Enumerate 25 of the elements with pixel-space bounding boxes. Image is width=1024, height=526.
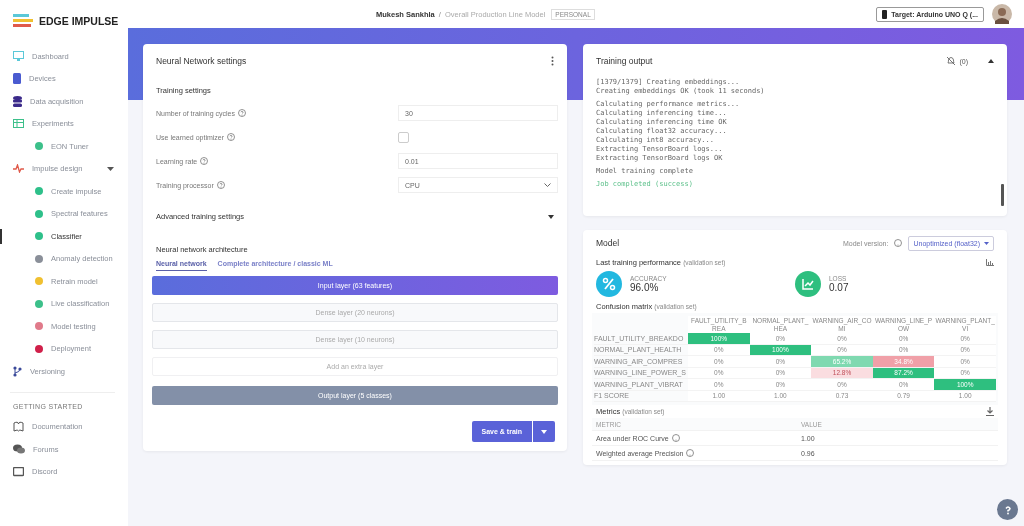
percent-icon <box>596 271 622 297</box>
checkbox[interactable] <box>398 131 409 143</box>
more-icon[interactable] <box>551 56 554 66</box>
dropdown-button[interactable] <box>533 421 555 442</box>
card-title: Neural Network settings <box>156 56 247 66</box>
brand-name: EDGE IMPULSE <box>39 15 119 27</box>
chip-icon <box>882 9 888 19</box>
download-icon[interactable] <box>986 407 994 416</box>
line-chart-icon <box>795 271 821 297</box>
chart-icon[interactable] <box>986 259 994 266</box>
stat-value: 96.0% <box>630 282 660 293</box>
avatar-icon[interactable] <box>992 4 1012 24</box>
book-icon <box>13 421 24 433</box>
stat-value: 0.07 <box>829 282 849 293</box>
chevron-icon <box>544 183 551 187</box>
logo-icon <box>13 14 33 28</box>
chat-icon <box>13 444 25 455</box>
help-button[interactable] <box>997 499 1018 520</box>
caret-icon <box>541 430 547 434</box>
card-title: Training output <box>596 56 653 66</box>
bell-off-icon <box>946 56 957 66</box>
caret-icon <box>984 241 989 245</box>
screen-icon <box>13 466 24 477</box>
caret-icon[interactable] <box>988 59 994 63</box>
card-title: Model <box>596 238 620 248</box>
